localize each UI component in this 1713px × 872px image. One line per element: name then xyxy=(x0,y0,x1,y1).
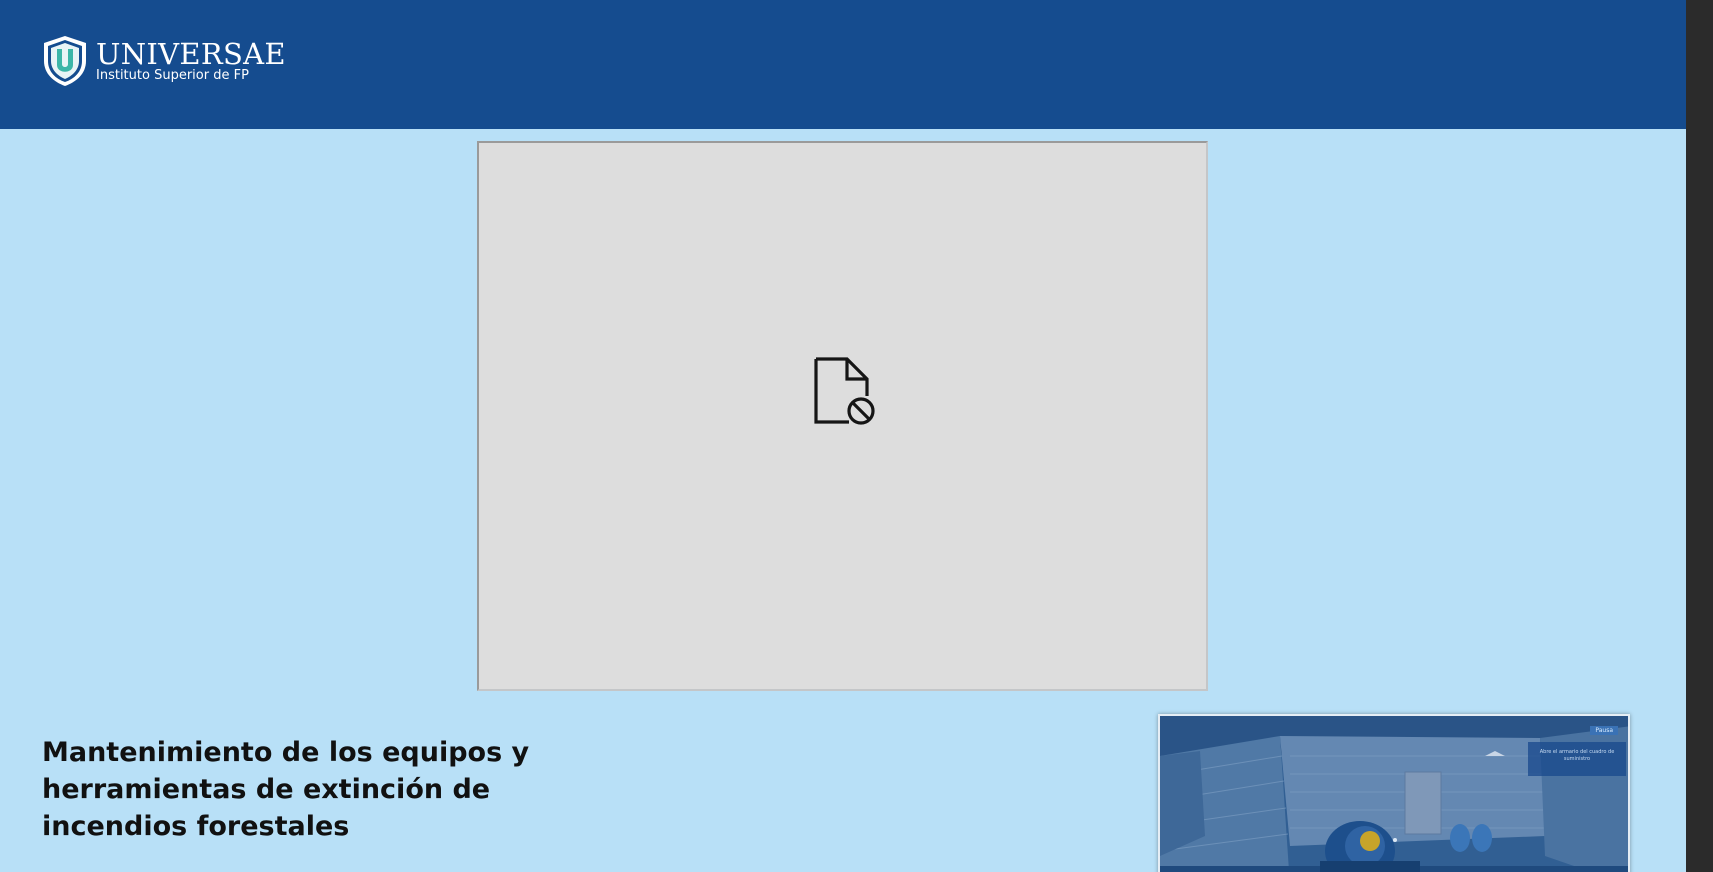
instruction-panel: Abre el armario del cuadro de suministro xyxy=(1528,742,1626,776)
page-viewport: UNIVERSAE Instituto Superior de FP Mante… xyxy=(0,0,1686,872)
preview-scene-image xyxy=(1160,716,1628,872)
shield-u-icon xyxy=(44,36,86,86)
logo-text: UNIVERSAE Instituto Superior de FP xyxy=(96,39,286,84)
file-blocked-icon xyxy=(814,357,875,425)
logo-name: UNIVERSAE xyxy=(96,36,286,71)
window-edge xyxy=(1686,0,1713,872)
embedded-content-frame[interactable] xyxy=(477,141,1208,691)
course-preview-thumbnail[interactable]: Pausa Abre el armario del cuadro de sumi… xyxy=(1158,714,1630,872)
course-title: Mantenimiento de los equipos y herramien… xyxy=(42,737,530,842)
pause-badge: Pausa xyxy=(1590,726,1618,735)
universae-logo[interactable]: UNIVERSAE Instituto Superior de FP xyxy=(42,34,286,88)
site-header: UNIVERSAE Instituto Superior de FP xyxy=(0,0,1686,129)
